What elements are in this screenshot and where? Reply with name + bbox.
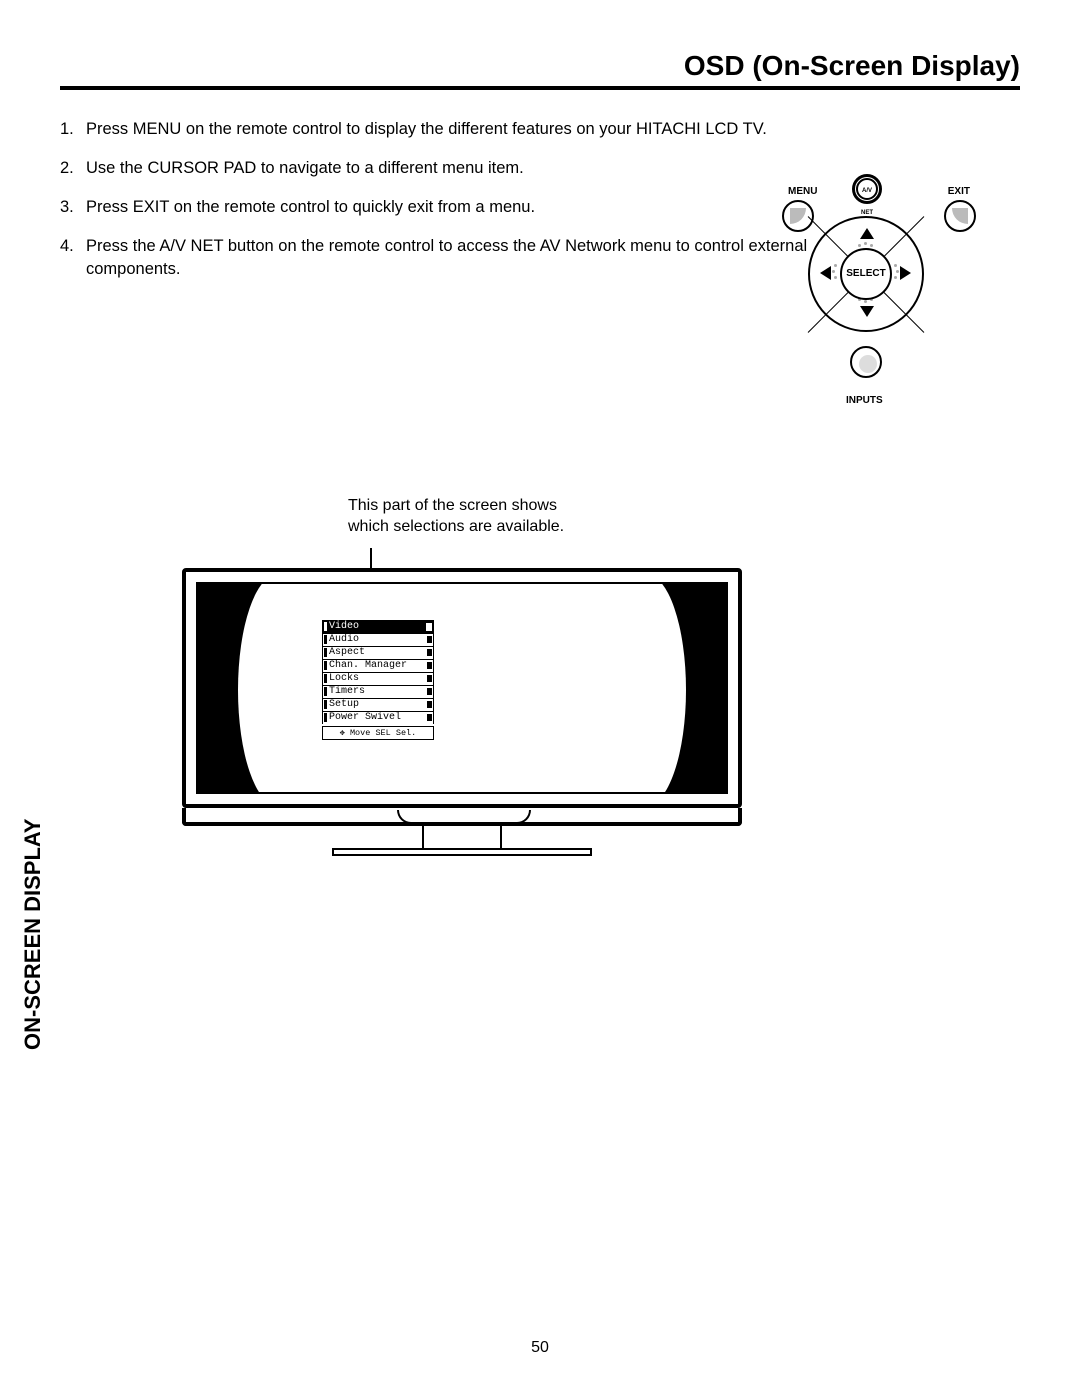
dpad-up-icon xyxy=(860,228,874,239)
tv-stand-neck xyxy=(422,826,502,848)
dpad-dot xyxy=(864,242,867,245)
osd-menu-item: Chan. Manager xyxy=(322,659,434,672)
instruction-number: 3. xyxy=(60,196,86,219)
select-button: SELECT xyxy=(840,248,892,300)
instruction-item: 2. Use the CURSOR PAD to navigate to a d… xyxy=(60,157,840,180)
osd-navhint: ✥ Move SEL Sel. xyxy=(322,726,434,740)
callout-text: which selections are available. xyxy=(348,518,564,535)
instruction-item: 1. Press MENU on the remote control to d… xyxy=(60,118,840,141)
dpad-down-icon xyxy=(860,306,874,317)
tv-bezel-outer: Video Audio Aspect Chan. Manager Locks T… xyxy=(182,568,742,808)
dpad-dot xyxy=(834,276,837,279)
tv-chin xyxy=(182,808,742,826)
instruction-list: 1. Press MENU on the remote control to d… xyxy=(60,118,840,281)
instruction-number: 4. xyxy=(60,235,86,281)
tv-illustration: Video Audio Aspect Chan. Manager Locks T… xyxy=(182,568,742,856)
dpad-right-icon xyxy=(900,266,911,280)
tv-stand-base xyxy=(332,848,592,856)
inputs-label: INPUTS xyxy=(846,395,883,406)
pillarbox-right xyxy=(646,584,726,792)
instruction-item: 4. Press the A/V NET button on the remot… xyxy=(60,235,840,281)
instruction-item: 3. Press EXIT on the remote control to q… xyxy=(60,196,840,219)
osd-menu-item: Audio xyxy=(322,633,434,646)
callout-selar: This part of the screen shows which sele… xyxy=(348,496,564,538)
remote-diagram: MENU EXIT INPUTS A/V NET SELECT xyxy=(784,186,974,406)
dpad-dot xyxy=(858,244,861,247)
tv-screen: Video Audio Aspect Chan. Manager Locks T… xyxy=(196,582,728,794)
dpad-left-icon xyxy=(820,266,831,280)
dpad-dot xyxy=(864,300,867,303)
dpad-dot xyxy=(834,264,837,267)
inputs-button xyxy=(850,346,882,378)
osd-menu-item: Setup xyxy=(322,698,434,711)
dpad-dot xyxy=(894,264,897,267)
callout-text: This part of the screen shows xyxy=(348,497,557,514)
osd-menu-item: Timers xyxy=(322,685,434,698)
osd-menu-item: Locks xyxy=(322,672,434,685)
instruction-text: Press MENU on the remote control to disp… xyxy=(86,118,840,141)
page-number: 50 xyxy=(0,1339,1080,1357)
page-title: OSD (On-Screen Display) xyxy=(60,50,1020,86)
instruction-text: Press the A/V NET button on the remote c… xyxy=(86,235,840,281)
avnet-button: A/V NET xyxy=(856,178,878,200)
instruction-number: 1. xyxy=(60,118,86,141)
osd-menu-item-selected: Video xyxy=(322,620,434,633)
dpad-dot xyxy=(832,270,835,273)
osd-menu-item: Power Swivel xyxy=(322,711,434,724)
instruction-number: 2. xyxy=(60,157,86,180)
dpad-dot xyxy=(894,276,897,279)
pillarbox-left xyxy=(198,584,278,792)
dpad-dot xyxy=(896,270,899,273)
manual-page: OSD (On-Screen Display) 1. Press MENU on… xyxy=(0,0,1080,1397)
dpad-dot xyxy=(870,244,873,247)
exit-button xyxy=(944,200,976,232)
instruction-text: Press EXIT on the remote control to quic… xyxy=(86,196,840,219)
osd-menu-item: Aspect xyxy=(322,646,434,659)
section-tab-label: ON-SCREEN DISPLAY xyxy=(20,819,46,1050)
osd-menu: Video Audio Aspect Chan. Manager Locks T… xyxy=(322,620,434,740)
instruction-text: Use the CURSOR PAD to navigate to a diff… xyxy=(86,157,840,180)
header-rule xyxy=(60,86,1020,90)
menu-label: MENU xyxy=(788,186,817,197)
exit-label: EXIT xyxy=(948,186,970,197)
